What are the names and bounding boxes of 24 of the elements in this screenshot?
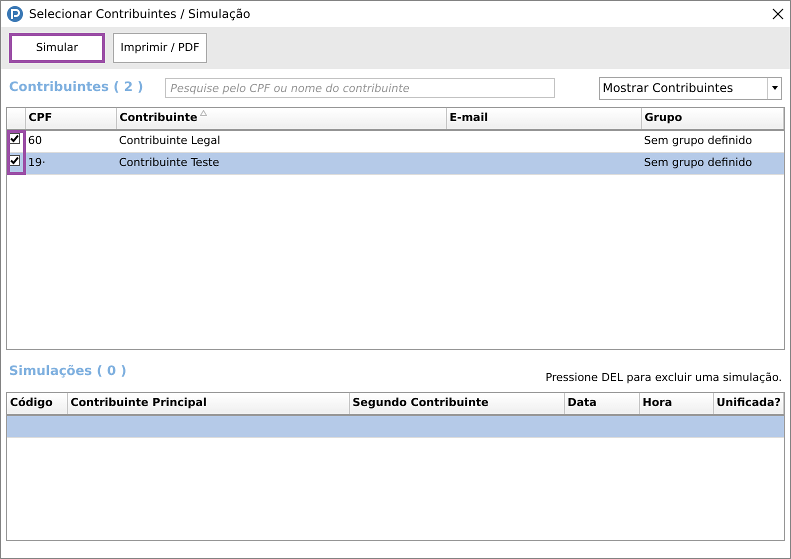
filter-dropdown[interactable]: Mostrar Contribuintes (598, 76, 782, 100)
close-icon[interactable] (772, 8, 784, 20)
hint-text: Pressione DEL para excluir uma simulação. (545, 370, 782, 386)
table-cell: 19· (28, 156, 46, 169)
column-header[interactable]: Grupo (644, 111, 682, 124)
column-header[interactable]: Contribuinte (120, 111, 198, 124)
column-header[interactable]: E-mail (450, 111, 488, 124)
window-title: Selecionar Contribuintes / Simulação (29, 6, 252, 23)
column-header[interactable]: CPF (28, 111, 52, 124)
table-cell: Contribuinte Legal (119, 134, 220, 147)
section-heading: Simulações ( 0 ) (9, 363, 127, 381)
checkbox[interactable] (9, 133, 20, 144)
search-field[interactable]: Pesquise pelo CPF ou nome do contribuinte (165, 78, 555, 98)
toolbar-button[interactable]: Imprimir / PDF (113, 33, 207, 63)
section-heading: Contribuintes ( 2 ) (9, 79, 144, 98)
sort-icon (200, 110, 208, 116)
table-cell: 60 (28, 134, 42, 147)
checkbox[interactable] (9, 154, 20, 166)
table-cell: Sem grupo definido (644, 134, 752, 147)
toolbar-button[interactable]: Simular (9, 33, 105, 63)
app-logo-icon (7, 6, 23, 22)
table-cell: Sem grupo definido (644, 156, 752, 169)
caret-icon (772, 86, 778, 90)
table-cell: Contribuinte Teste (119, 156, 220, 169)
